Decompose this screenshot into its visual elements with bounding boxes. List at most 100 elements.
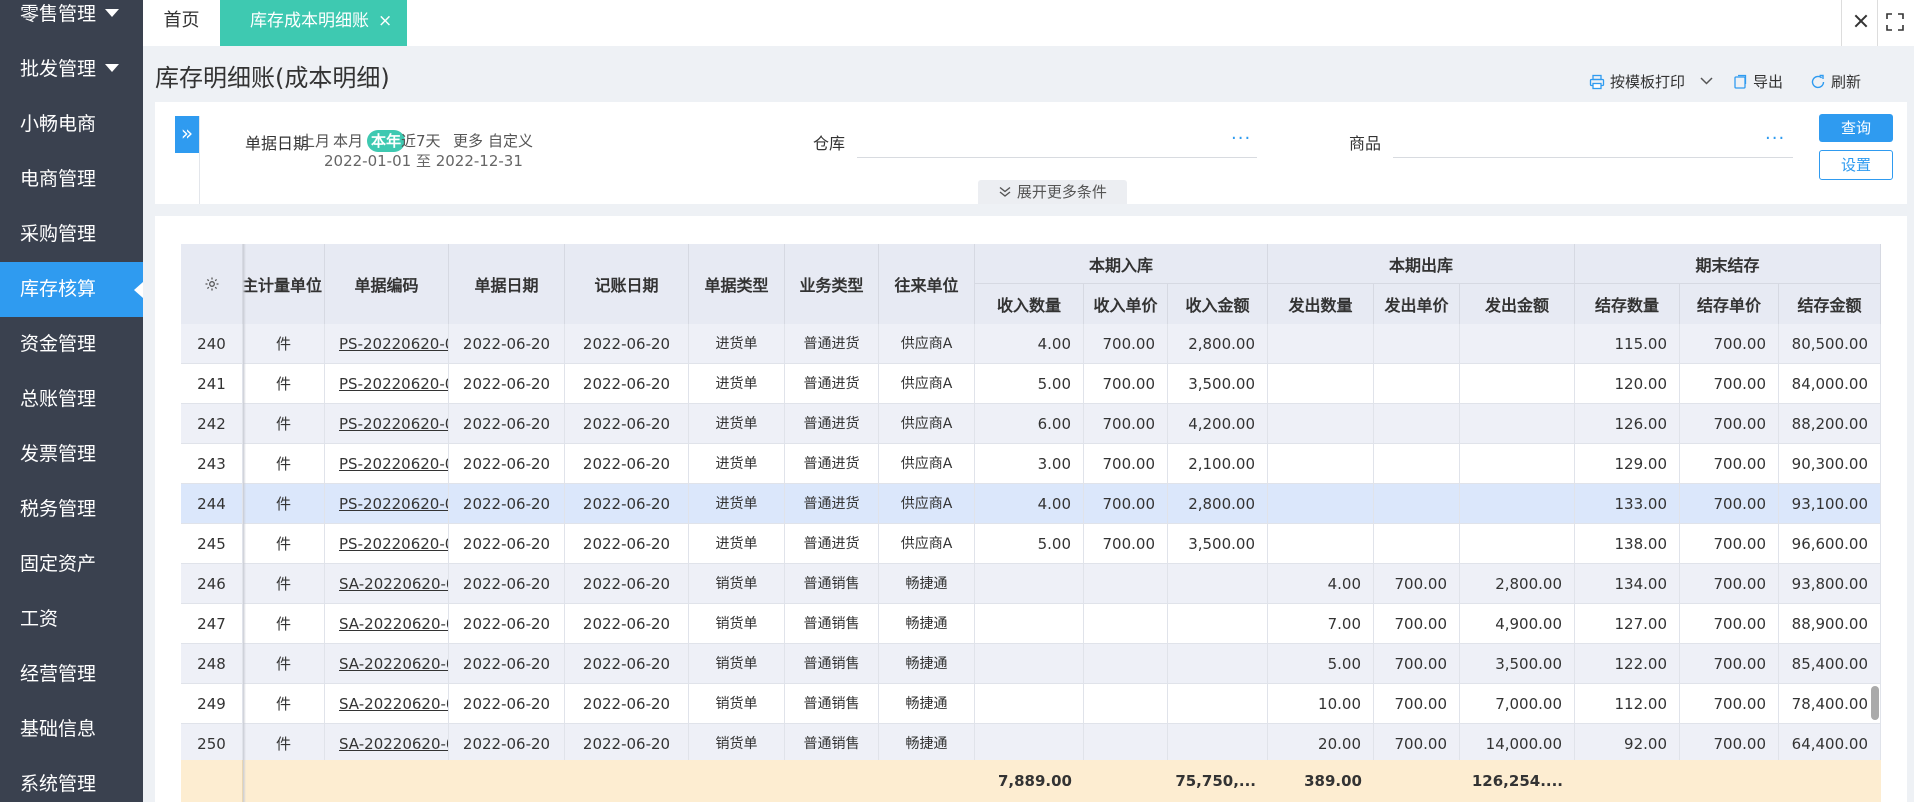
column-header-in-price[interactable]: 收入单价: [1084, 284, 1168, 324]
table-row[interactable]: 241 件 PS-20220620-0 2022-06-20 2022-06-20 进货单…: [181, 364, 1881, 404]
product-picker-icon[interactable]: ···: [1765, 128, 1785, 149]
cell-doc-type: 进货单: [689, 484, 785, 524]
sidebar-item[interactable]: 系统管理: [0, 757, 143, 802]
refresh-button[interactable]: 刷新: [1810, 72, 1861, 92]
cell-in-qty: 6.00: [975, 404, 1084, 444]
cell-in-qty: 5.00: [975, 524, 1084, 564]
column-header-bal-qty[interactable]: 结存数量: [1575, 284, 1680, 324]
sidebar-item-label: 税务管理: [20, 498, 97, 520]
date-chip[interactable]: 本年: [367, 130, 406, 152]
sidebar-item[interactable]: 采购管理: [0, 207, 143, 262]
collapse-filter-button[interactable]: »: [175, 116, 199, 153]
date-chip[interactable]: 更多: [453, 130, 483, 152]
cell-book-date: 2022-06-20: [565, 604, 689, 644]
sidebar-item[interactable]: 库存核算: [0, 262, 143, 317]
caret-down-icon: [105, 9, 119, 17]
cell-bal-price: 700.00: [1680, 324, 1779, 364]
column-header-out-qty[interactable]: 发出数量: [1268, 284, 1374, 324]
product-input[interactable]: [1393, 157, 1793, 158]
column-header-doc-type[interactable]: 单据类型: [689, 244, 785, 324]
column-header-in-amt[interactable]: 收入金额: [1168, 284, 1268, 324]
cell-bal-amt: 88,900.00: [1779, 604, 1881, 644]
table-row[interactable]: 242 件 PS-20220620-0 2022-06-20 2022-06-20 进货单…: [181, 404, 1881, 444]
column-header-biz-type[interactable]: 业务类型: [785, 244, 879, 324]
sidebar-item[interactable]: 总账管理: [0, 372, 143, 427]
document-code-link[interactable]: SA-20220620-0: [325, 724, 449, 764]
warehouse-input[interactable]: [857, 157, 1257, 158]
cell-unit: 件: [243, 684, 325, 724]
date-chip[interactable]: 本月: [333, 130, 363, 152]
fullscreen-icon[interactable]: [1886, 13, 1904, 31]
sidebar-item[interactable]: 税务管理: [0, 482, 143, 537]
table-row[interactable]: 247 件 SA-20220620-0 2022-06-20 2022-06-20 销货单…: [181, 604, 1881, 644]
column-header-code[interactable]: 单据编码: [325, 244, 449, 324]
sidebar-item[interactable]: 批发管理: [0, 42, 143, 97]
print-template-button[interactable]: 按模板打印: [1589, 72, 1685, 92]
table-row[interactable]: 245 件 PS-20220620-0 2022-06-20 2022-06-20 进货单…: [181, 524, 1881, 564]
sidebar-item[interactable]: 发票管理: [0, 427, 143, 482]
warehouse-label: 仓库: [813, 134, 846, 153]
document-code-link[interactable]: PS-20220620-0: [325, 404, 449, 444]
document-code-link[interactable]: SA-20220620-0: [325, 644, 449, 684]
cell-bal-price: 700.00: [1680, 644, 1779, 684]
column-header-out-amt[interactable]: 发出金额: [1460, 284, 1575, 324]
close-all-icon[interactable]: [1841, 0, 1878, 46]
table-row[interactable]: 246 件 SA-20220620-0 2022-06-20 2022-06-20 销货单…: [181, 564, 1881, 604]
document-code-link[interactable]: PS-20220620-0: [325, 444, 449, 484]
column-header-unit[interactable]: 主计量单位: [243, 244, 325, 324]
frozen-column-shadow: [243, 244, 246, 802]
date-chip[interactable]: 近7天: [401, 130, 441, 152]
column-group-inbound[interactable]: 本期入库: [975, 244, 1268, 284]
tab-home[interactable]: 首页: [143, 0, 220, 46]
chevron-down-icon[interactable]: [1700, 76, 1713, 86]
tab-inventory-cost-ledger[interactable]: 库存成本明细账 ×: [220, 0, 407, 46]
table-row[interactable]: 240 件 PS-20220620-0 2022-06-20 2022-06-20 进货单…: [181, 324, 1881, 364]
cell-biz-type: 普通进货: [785, 444, 879, 484]
cell-unit: 件: [243, 644, 325, 684]
table-row[interactable]: 250 件 SA-20220620-0 2022-06-20 2022-06-20 销货单…: [181, 724, 1881, 764]
settings-button[interactable]: 设置: [1819, 150, 1893, 180]
date-chip[interactable]: 自定义: [488, 130, 533, 152]
export-button[interactable]: 导出: [1732, 72, 1783, 92]
column-header-out-price[interactable]: 发出单价: [1374, 284, 1460, 324]
column-settings-button[interactable]: [181, 244, 243, 324]
cell-bal-qty: 122.00: [1575, 644, 1680, 684]
sidebar-item[interactable]: 零售管理: [0, 0, 143, 42]
column-header-book-date[interactable]: 记账日期: [565, 244, 689, 324]
cell-in-price: 700.00: [1084, 484, 1168, 524]
column-group-outbound[interactable]: 本期出库: [1268, 244, 1575, 284]
expand-more-conditions-button[interactable]: 展开更多条件: [978, 180, 1127, 204]
sidebar-item[interactable]: 固定资产: [0, 537, 143, 592]
table-row[interactable]: 244 件 PS-20220620-0 2022-06-20 2022-06-20 进货单…: [181, 484, 1881, 524]
document-code-link[interactable]: SA-20220620-0: [325, 564, 449, 604]
column-header-partner[interactable]: 往来单位: [879, 244, 975, 324]
date-chip[interactable]: 上月: [300, 130, 330, 152]
tab-close-icon[interactable]: ×: [378, 0, 392, 42]
sidebar-item[interactable]: 电商管理: [0, 152, 143, 207]
warehouse-picker-icon[interactable]: ···: [1231, 128, 1251, 149]
document-code-link[interactable]: PS-20220620-0: [325, 324, 449, 364]
document-code-link[interactable]: PS-20220620-0: [325, 524, 449, 564]
column-header-doc-date[interactable]: 单据日期: [449, 244, 565, 324]
document-code-link[interactable]: SA-20220620-0: [325, 684, 449, 724]
document-code-link[interactable]: PS-20220620-0: [325, 484, 449, 524]
product-label: 商品: [1349, 134, 1382, 153]
sidebar-item[interactable]: 小畅电商: [0, 97, 143, 152]
cell-book-date: 2022-06-20: [565, 724, 689, 764]
table-row[interactable]: 243 件 PS-20220620-0 2022-06-20 2022-06-20 进货单…: [181, 444, 1881, 484]
column-group-ending-balance[interactable]: 期末结存: [1575, 244, 1881, 284]
sidebar-item[interactable]: 工资: [0, 592, 143, 647]
table-scrollbar[interactable]: [1871, 686, 1879, 720]
sidebar-item[interactable]: 基础信息: [0, 702, 143, 757]
sidebar-item[interactable]: 资金管理: [0, 317, 143, 372]
column-header-in-qty[interactable]: 收入数量: [975, 284, 1084, 324]
query-button[interactable]: 查询: [1819, 114, 1893, 142]
column-header-bal-amt[interactable]: 结存金额: [1779, 284, 1881, 324]
table-row[interactable]: 248 件 SA-20220620-0 2022-06-20 2022-06-20 销货单…: [181, 644, 1881, 684]
table-row[interactable]: 249 件 SA-20220620-0 2022-06-20 2022-06-20 销货单…: [181, 684, 1881, 724]
column-header-bal-price[interactable]: 结存单价: [1680, 284, 1779, 324]
sidebar-item[interactable]: 经营管理: [0, 647, 143, 702]
cell-out-qty: [1268, 484, 1374, 524]
document-code-link[interactable]: PS-20220620-0: [325, 364, 449, 404]
document-code-link[interactable]: SA-20220620-0: [325, 604, 449, 644]
